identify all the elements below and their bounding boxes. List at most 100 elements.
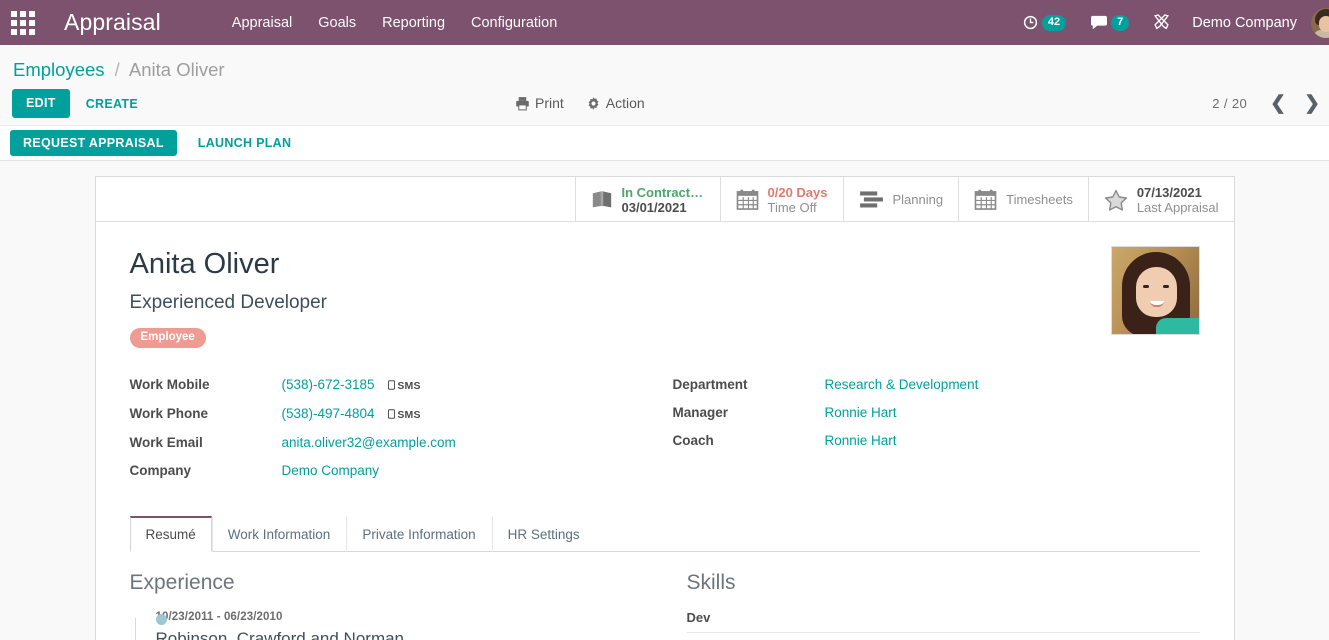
apps-grid-icon[interactable] <box>0 0 46 45</box>
calendar-grid-icon <box>974 189 997 210</box>
mobile-icon <box>388 380 396 390</box>
skill-progress <box>1021 632 1152 640</box>
menu-item-goals[interactable]: Goals <box>305 2 369 44</box>
field-label-manager: Manager <box>672 405 729 420</box>
field-value-work-email[interactable]: anita.oliver32@example.com <box>282 435 456 450</box>
pager-next-button[interactable]: ❯ <box>1295 94 1329 113</box>
tab-resume[interactable]: Resumé <box>129 516 212 552</box>
tab-private-information[interactable]: Private Information <box>346 516 491 552</box>
field-value-coach[interactable]: Ronnie Hart <box>825 433 897 448</box>
field-label-coach: Coach <box>672 433 714 448</box>
field-label-company: Company <box>129 463 192 478</box>
resume-section: Experience 10/23/2011 - 06/23/2010 Robin… <box>130 570 665 640</box>
skills-title: Skills <box>686 571 736 594</box>
employee-fields: Work Mobile (538)-672-3185 SMS Work Phon… <box>130 376 1200 490</box>
pager-previous-button[interactable]: ❮ <box>1261 94 1295 113</box>
user-avatar[interactable] <box>1311 7 1329 38</box>
request-appraisal-button[interactable]: REQUEST APPRAISAL <box>10 130 177 156</box>
skills-section: Skills Dev Javascript Elementary 25% <box>665 570 1200 640</box>
pager-counter: 2 / 20 <box>1212 95 1248 111</box>
skills-table: Javascript Elementary 25% <box>686 632 1200 640</box>
control-panel: EDIT CREATE Print Action 2 / 20 ❮ ❯ <box>0 81 1329 125</box>
app-brand[interactable]: Appraisal <box>46 9 171 36</box>
tab-hr-settings[interactable]: HR Settings <box>491 516 596 552</box>
stat-timesheets-label: Timesheets <box>1006 192 1073 207</box>
stat-button-time-off[interactable]: 0/20 Days Time Off <box>719 177 843 222</box>
stat-button-last-appraisal[interactable]: 07/13/2021 Last Appraisal <box>1087 177 1234 222</box>
skill-name: Javascript <box>686 632 822 640</box>
field-row-manager: Manager Ronnie Hart <box>673 404 979 432</box>
menu-item-configuration[interactable]: Configuration <box>458 2 570 44</box>
breadcrumb-current: Anita Oliver <box>128 59 225 80</box>
stat-appraisal-date: 07/13/2021 <box>1136 184 1202 200</box>
employee-name: Anita Oliver <box>129 248 280 280</box>
notebook-tabs: Resumé Work Information Private Informat… <box>129 516 1200 552</box>
status-button-bar: REQUEST APPRAISAL LAUNCH PLAN <box>0 125 1329 161</box>
resume-line-dates: 10/23/2011 - 06/23/2010 <box>155 611 283 623</box>
breadcrumb: Employees / Anita Oliver <box>0 45 1329 81</box>
tab-pane-resume: Experience 10/23/2011 - 06/23/2010 Robin… <box>130 552 1200 640</box>
activities-menu[interactable]: 42 <box>1010 0 1078 45</box>
table-row[interactable]: Javascript Elementary 25% <box>686 632 1200 640</box>
planning-bars-icon <box>859 191 883 208</box>
employee-job-title: Experienced Developer <box>129 292 328 313</box>
stat-button-contract[interactable]: In Contract Si... 03/01/2021 <box>574 177 720 222</box>
messages-badge: 7 <box>1111 14 1130 31</box>
field-value-company[interactable]: Demo Company <box>282 463 380 478</box>
field-row-department: Department Research & Development <box>673 376 979 404</box>
employee-photo[interactable] <box>1110 246 1200 335</box>
field-row-work-email: Work Email anita.oliver32@example.com <box>130 434 456 462</box>
field-row-company: Company Demo Company <box>130 462 456 490</box>
debug-tools-menu[interactable] <box>1141 0 1182 45</box>
resume-title: Experience <box>129 571 235 594</box>
resume-timeline: 10/23/2011 - 06/23/2010 Robinson, Crawfo… <box>130 610 639 640</box>
employee-fields-left: Work Mobile (538)-672-3185 SMS Work Phon… <box>130 376 665 490</box>
calendar-icon <box>736 189 758 210</box>
action-dropdown[interactable]: Action <box>586 95 645 111</box>
tab-work-information[interactable]: Work Information <box>211 516 347 552</box>
breadcrumb-parent[interactable]: Employees <box>13 59 105 80</box>
stat-contract-date: 03/01/2021 <box>621 199 687 215</box>
stat-button-bar: In Contract Si... 03/01/2021 0/20 Days T… <box>95 177 1234 222</box>
stat-planning-label: Planning <box>892 192 944 207</box>
field-row-work-mobile: Work Mobile (538)-672-3185 SMS <box>130 376 456 405</box>
top-navbar: Appraisal Appraisal Goals Reporting Conf… <box>0 0 1329 45</box>
book-icon <box>592 191 611 208</box>
menu-item-appraisal[interactable]: Appraisal <box>219 2 305 44</box>
menu-item-reporting[interactable]: Reporting <box>369 2 458 44</box>
print-dropdown[interactable]: Print <box>515 95 564 111</box>
field-value-manager[interactable]: Ronnie Hart <box>825 405 897 420</box>
stat-appraisal-label: Last Appraisal <box>1136 199 1219 215</box>
resume-line[interactable]: 10/23/2011 - 06/23/2010 Robinson, Crawfo… <box>155 610 639 640</box>
employee-fields-right: Department Research & Development Manage… <box>665 376 1200 490</box>
stat-button-planning[interactable]: Planning <box>842 177 959 222</box>
notebook: Resumé Work Information Private Informat… <box>129 516 1200 640</box>
create-button[interactable]: CREATE <box>74 91 150 117</box>
field-value-work-phone[interactable]: (538)-497-4804 <box>282 406 375 421</box>
resume-line-name: Robinson, Crawford and Norman <box>155 629 405 640</box>
company-switcher[interactable]: Demo Company <box>1182 15 1311 31</box>
mobile-icon <box>388 409 396 419</box>
field-label-department: Department <box>672 377 748 392</box>
stat-button-timesheets[interactable]: Timesheets <box>958 177 1088 222</box>
skill-level: Elementary <box>821 632 1022 640</box>
messages-menu[interactable]: 7 <box>1078 0 1141 45</box>
field-value-work-mobile[interactable]: (538)-672-3185 <box>282 377 375 392</box>
chat-bubble-icon <box>1091 15 1108 29</box>
sms-link-work-phone[interactable]: SMS <box>388 409 421 421</box>
breadcrumb-separator: / <box>114 59 120 80</box>
stat-timeoff-label: Time Off <box>767 199 817 215</box>
field-label-work-mobile: Work Mobile <box>129 377 210 392</box>
employee-tag[interactable]: Employee <box>129 328 206 348</box>
field-row-work-phone: Work Phone (538)-497-4804 SMS <box>130 405 456 434</box>
edit-button[interactable]: EDIT <box>12 89 70 118</box>
field-label-work-email: Work Email <box>129 435 203 450</box>
field-row-coach: Coach Ronnie Hart <box>673 432 979 460</box>
field-value-department[interactable]: Research & Development <box>825 377 979 392</box>
skill-percent: 25% <box>1151 632 1200 640</box>
sheet-body: Anita Oliver Experienced Developer Emplo… <box>96 222 1234 640</box>
skill-category-dev: Dev <box>686 610 711 625</box>
launch-plan-button[interactable]: LAUNCH PLAN <box>185 130 305 156</box>
print-label: Print <box>535 95 564 111</box>
sms-link-work-mobile[interactable]: SMS <box>388 380 421 392</box>
